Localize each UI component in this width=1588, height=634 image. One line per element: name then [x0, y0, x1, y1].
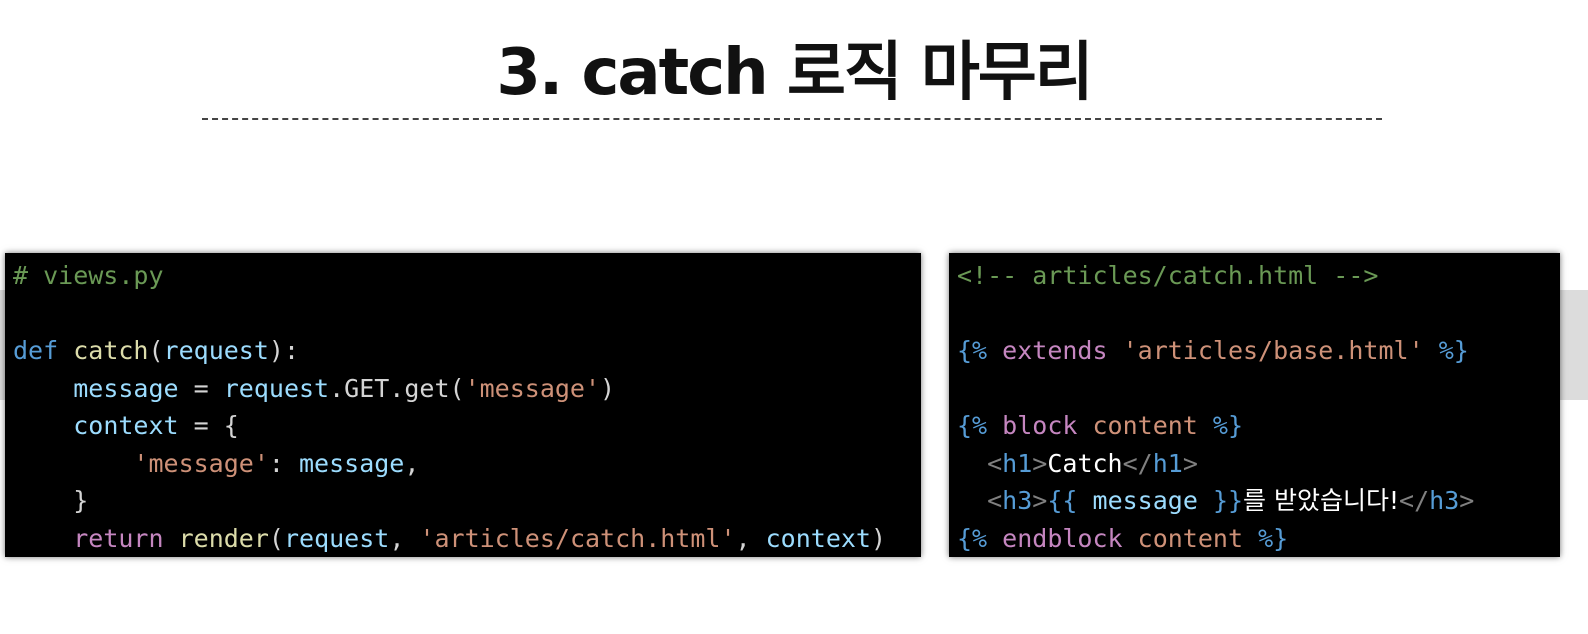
code-token: ,: [735, 523, 766, 553]
code-token: catch: [73, 336, 149, 365]
code-token: :: [268, 448, 299, 478]
code-token: </: [1122, 448, 1153, 478]
code-token: }}: [1212, 486, 1244, 515]
code-token: context: [765, 523, 871, 553]
code-token: (: [148, 336, 164, 365]
code-token: {%: [957, 411, 988, 440]
code-token: content: [1137, 523, 1244, 553]
code-token: request: [283, 523, 390, 553]
code-token: return: [73, 523, 164, 553]
code-token: block: [1002, 411, 1078, 440]
code-token: </: [1399, 486, 1430, 515]
code-token: >: [1032, 448, 1048, 478]
code-token: message: [73, 373, 179, 403]
code-token: content: [1092, 411, 1198, 440]
code-token: <: [987, 486, 1003, 515]
code-token: h3: [1002, 486, 1033, 515]
code-token: # views.py: [13, 261, 164, 290]
code-token: = {: [178, 411, 239, 440]
code-token: >: [1182, 448, 1198, 478]
code-token: .GET.get(: [329, 373, 465, 403]
code-line: # views.py: [5, 257, 921, 295]
code-line: message = request.GET.get('message'): [5, 370, 921, 408]
code-line: return render(request, 'articles/catch.h…: [5, 520, 921, 558]
code-token: %}: [1212, 411, 1244, 440]
code-token: ,: [404, 448, 420, 478]
code-token: >: [1032, 486, 1048, 515]
code-token: %}: [1438, 336, 1469, 365]
code-line: {% endblock content %}: [949, 520, 1560, 558]
code-line: <h1>Catch</h1>: [949, 445, 1560, 483]
code-line: def catch(request):: [5, 332, 921, 370]
code-token: message: [299, 448, 405, 478]
title-dashed-divider: [202, 118, 1382, 120]
code-token: render: [178, 523, 269, 553]
code-token: 'articles/catch.html': [419, 523, 736, 553]
code-token: h1: [1152, 448, 1183, 478]
code-line: }: [5, 482, 921, 520]
code-token: ): [600, 373, 616, 403]
code-token: h1: [1002, 448, 1033, 478]
code-line: {% block content %}: [949, 407, 1560, 445]
code-token: message: [1092, 486, 1198, 515]
code-token: >: [1459, 486, 1475, 515]
code-line: {% extends 'articles/base.html' %}: [949, 332, 1560, 370]
code-line: <!-- articles/catch.html -->: [949, 257, 1560, 295]
code-token: extends: [1002, 336, 1108, 365]
code-line: context = {: [5, 407, 921, 445]
code-token: context: [73, 411, 179, 440]
code-token: {%: [957, 336, 988, 365]
code-line: 'message': message,: [5, 445, 921, 483]
code-token: }: [13, 486, 89, 515]
code-token: def: [13, 336, 59, 365]
code-token: {%: [957, 523, 988, 553]
code-token: %}: [1258, 523, 1289, 553]
code-line: <h3>{{ message }}를 받았습니다!</h3>: [949, 482, 1560, 520]
code-token: Catch: [1047, 448, 1123, 478]
code-token: <: [987, 448, 1003, 478]
code-token: 'message': [464, 373, 601, 403]
code-token: h3: [1429, 486, 1460, 515]
code-token: =: [178, 373, 224, 403]
code-token: ,: [389, 523, 420, 553]
python-code-panel: # views.py def catch(request): message =…: [5, 253, 921, 557]
code-token: {{: [1047, 486, 1078, 515]
code-token: request: [163, 336, 269, 365]
code-token: endblock: [1002, 523, 1123, 553]
code-token: 를 받았습니다!: [1243, 486, 1400, 515]
code-token: 'articles/base.html': [1122, 336, 1424, 365]
code-token: ): [870, 523, 887, 553]
code-token: ):: [268, 336, 300, 365]
code-token: (: [268, 523, 284, 553]
right-edge-bar: [1558, 290, 1588, 400]
code-token: <!-- articles/catch.html -->: [957, 261, 1379, 290]
html-code-panel: <!-- articles/catch.html --> {% extends …: [949, 253, 1560, 557]
code-token: 'message': [133, 448, 269, 478]
slide-title: 3. catch 로직 마무리: [496, 36, 1093, 110]
code-token: request: [223, 373, 330, 403]
